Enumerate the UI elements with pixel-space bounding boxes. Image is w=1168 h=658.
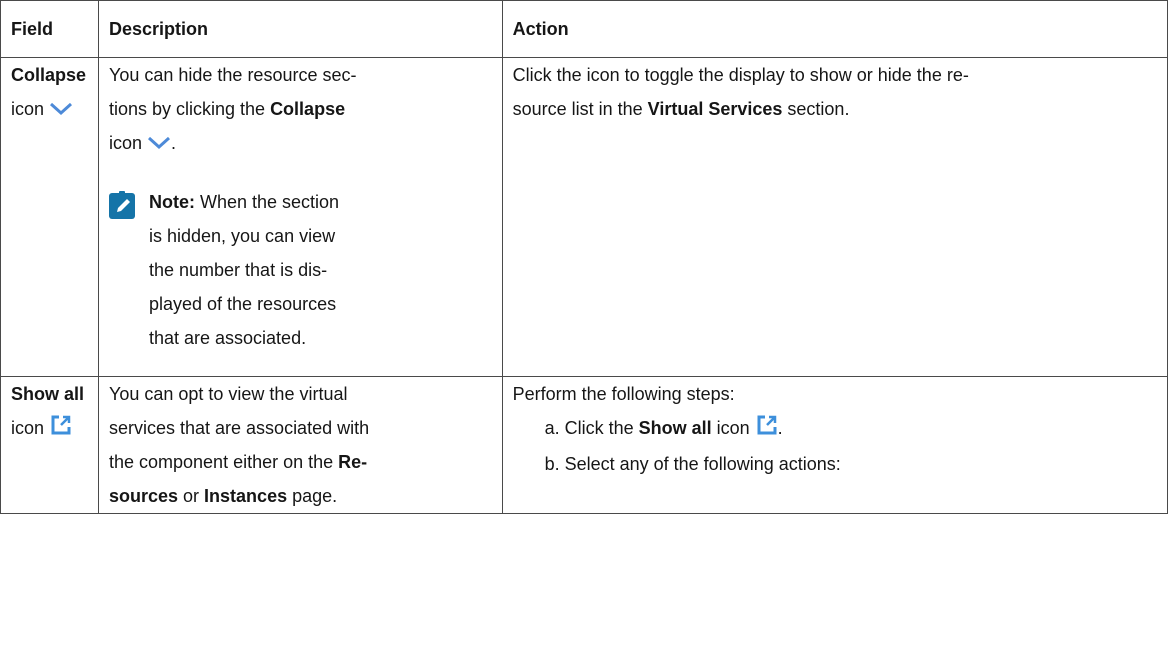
chevron-down-icon bbox=[147, 127, 171, 161]
pencil-icon bbox=[108, 191, 137, 220]
action-text: Perform the following steps: bbox=[512, 384, 735, 404]
desc-bold: Collapse bbox=[270, 99, 346, 119]
table-header-row: Field Description Action bbox=[0, 0, 1168, 58]
desc-text: icon bbox=[108, 133, 143, 153]
action-text: source list in the bbox=[512, 99, 648, 119]
table-row: Show all icon You can opt to view the vi… bbox=[0, 376, 1168, 514]
desc-line: You can hide the resource sec- bbox=[108, 65, 357, 85]
chevron-down-icon bbox=[49, 93, 73, 127]
step-text: a. Click the bbox=[544, 418, 639, 438]
desc-text: or bbox=[178, 486, 205, 506]
note-text: When the section bbox=[194, 192, 340, 213]
field-name: Show all bbox=[11, 384, 85, 404]
field-cell: Collapse icon bbox=[0, 57, 99, 377]
step-bold: Show all bbox=[638, 418, 712, 438]
field-suffix: icon bbox=[11, 418, 45, 438]
steps-list: a. Click the Show all icon. b. Select an… bbox=[513, 411, 1157, 481]
desc-text: page. bbox=[287, 486, 338, 506]
desc-text: services that are associated with bbox=[108, 418, 370, 438]
step-a: a. Click the Show all icon. bbox=[545, 411, 1157, 447]
launch-icon bbox=[756, 413, 778, 447]
step-b: b. Select any of the following actions: bbox=[544, 454, 841, 474]
step-text: . bbox=[777, 418, 783, 438]
field-cell: Show all icon bbox=[0, 376, 99, 514]
note-text: played of the resources bbox=[148, 294, 337, 315]
note-text: that are associated. bbox=[148, 328, 307, 349]
desc-text: You can opt to view the virtual bbox=[108, 384, 348, 404]
note-text: is hidden, you can view bbox=[148, 226, 336, 247]
action-cell: Click the icon to toggle the display to … bbox=[501, 57, 1168, 377]
table-row: Collapse icon You can hide the resource … bbox=[0, 57, 1168, 377]
header-field: Field bbox=[0, 0, 99, 58]
action-text: section. bbox=[782, 99, 850, 119]
desc-text: . bbox=[171, 133, 177, 153]
desc-bold: sources bbox=[108, 486, 179, 506]
info-table: Field Description Action Collapse icon Y… bbox=[0, 0, 1168, 514]
description-cell: You can opt to view the virtual services… bbox=[97, 376, 503, 514]
action-bold: Virtual Services bbox=[647, 99, 783, 119]
action-text: Click the icon to toggle the display to … bbox=[512, 65, 969, 85]
header-description: Description bbox=[97, 0, 503, 58]
step-text: icon bbox=[711, 418, 750, 438]
note-block: Note: When the section is hidden, you ca… bbox=[108, 185, 492, 355]
desc-bold: Instances bbox=[204, 486, 288, 506]
action-cell: Perform the following steps: a. Click th… bbox=[501, 376, 1168, 514]
launch-icon bbox=[50, 413, 72, 447]
desc-text: tions by clicking the bbox=[108, 99, 271, 119]
desc-bold: Re- bbox=[338, 452, 368, 472]
field-name: Collapse bbox=[11, 65, 87, 85]
description-cell: You can hide the resource sec- tions by … bbox=[97, 57, 503, 377]
note-text: the number that is dis- bbox=[148, 260, 328, 281]
desc-text: the component either on the bbox=[108, 452, 339, 472]
header-action: Action bbox=[501, 0, 1168, 58]
field-suffix: icon bbox=[11, 99, 45, 119]
note-label: Note: bbox=[148, 192, 195, 213]
